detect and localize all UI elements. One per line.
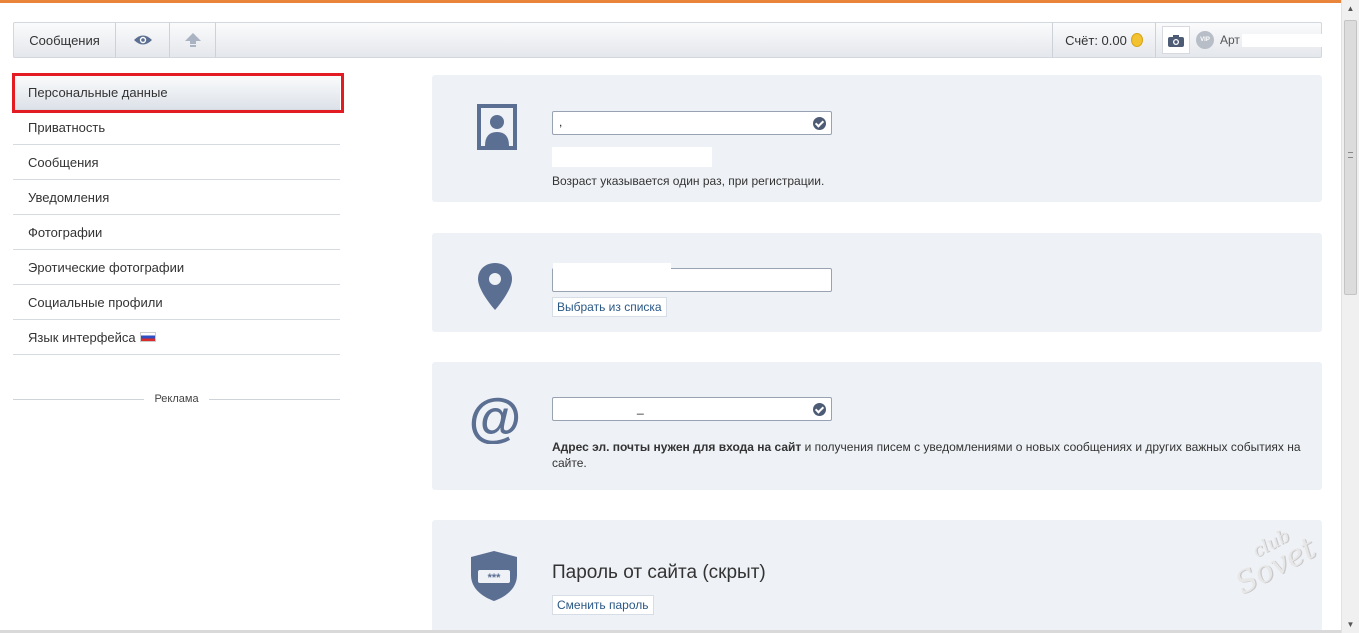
active-item-highlight bbox=[12, 73, 344, 113]
email-hint-bold: Адрес эл. почты нужен для входа на сайт bbox=[552, 440, 802, 454]
scroll-up-arrow-icon[interactable]: ▲ bbox=[1342, 0, 1359, 17]
user-menu[interactable]: VIP Арт bbox=[1196, 23, 1328, 57]
sidebar-item-photos[interactable]: Фотографии bbox=[13, 215, 340, 250]
ads-label: Реклама bbox=[154, 393, 199, 405]
email-hint: Адрес эл. почты нужен для входа на сайт … bbox=[552, 439, 1312, 471]
redacted-area bbox=[1241, 33, 1328, 47]
age-hint: Возраст указывается один раз, при регист… bbox=[552, 174, 825, 188]
location-pin-icon bbox=[478, 263, 512, 310]
coin-icon bbox=[1130, 33, 1143, 47]
vip-badge-icon: VIP bbox=[1196, 31, 1214, 49]
divider-line bbox=[13, 398, 145, 400]
redacted-area bbox=[552, 147, 712, 167]
scroll-grip-icon bbox=[1348, 152, 1353, 158]
eye-icon bbox=[133, 35, 152, 45]
choose-from-list-label: Выбрать из списка bbox=[557, 300, 662, 314]
shield-text: *** bbox=[488, 572, 502, 584]
svg-text:@: @ bbox=[469, 392, 521, 444]
messages-button-label: Сообщения bbox=[29, 32, 100, 48]
name-field-value: , bbox=[559, 115, 563, 129]
shield-password-icon: *** bbox=[471, 551, 517, 601]
sidebar-item-label: Язык интерфейса bbox=[28, 329, 136, 345]
sidebar-item-messages[interactable]: Сообщения bbox=[13, 145, 340, 180]
location-card: Выбрать из списка bbox=[432, 233, 1322, 332]
person-photo-icon bbox=[477, 104, 517, 150]
scroll-thumb[interactable] bbox=[1344, 20, 1357, 295]
camera-icon bbox=[1168, 34, 1184, 47]
name-field[interactable]: , bbox=[552, 111, 832, 135]
change-password-button[interactable]: Сменить пароль bbox=[552, 595, 654, 615]
vertical-scrollbar[interactable]: ▲ ▼ bbox=[1341, 0, 1359, 633]
email-card: @ _ Адрес эл. почты нужен для входа на с… bbox=[432, 362, 1322, 490]
sidebar-item-erotic-photos[interactable]: Эротические фотографии bbox=[13, 250, 340, 285]
sidebar-item-privacy[interactable]: Приватность bbox=[13, 110, 340, 145]
user-name: Арт bbox=[1220, 33, 1240, 47]
scroll-down-arrow-icon[interactable]: ▼ bbox=[1342, 616, 1359, 633]
password-card: *** Пароль от сайта (скрыт) Сменить паро… bbox=[432, 520, 1322, 633]
redacted-area bbox=[553, 263, 671, 271]
russian-flag-icon bbox=[139, 332, 156, 342]
ads-divider: Реклама bbox=[13, 393, 340, 405]
visitors-button[interactable] bbox=[116, 23, 170, 57]
sidebar-item-label: Уведомления bbox=[28, 189, 110, 205]
location-field[interactable] bbox=[552, 268, 832, 292]
password-title: Пароль от сайта (скрыт) bbox=[552, 562, 766, 583]
messages-button[interactable]: Сообщения bbox=[14, 23, 116, 57]
sidebar-item-label: Эротические фотографии bbox=[28, 259, 185, 275]
sidebar-item-social-profiles[interactable]: Социальные профили bbox=[13, 285, 340, 320]
sidebar-item-notifications[interactable]: Уведомления bbox=[13, 180, 340, 215]
top-toolbar: Сообщения Счёт: 0.00 VIP Арт bbox=[13, 22, 1328, 58]
sidebar-item-label: Социальные профили bbox=[28, 294, 163, 310]
change-password-label: Сменить пароль bbox=[557, 598, 649, 612]
email-field-value: _ bbox=[637, 401, 644, 415]
sidebar-item-interface-language[interactable]: Язык интерфейса bbox=[13, 320, 340, 355]
profile-card: , Возраст указывается один раз, при реги… bbox=[432, 75, 1322, 202]
verified-check-icon bbox=[813, 403, 826, 416]
top-accent-stripe bbox=[0, 0, 1341, 3]
balance-label: Счёт: 0.00 bbox=[1065, 32, 1127, 48]
sidebar-item-label: Приватность bbox=[28, 119, 106, 135]
sidebar-item-label: Фотографии bbox=[28, 224, 103, 240]
lift-up-button[interactable] bbox=[170, 23, 216, 57]
account-balance[interactable]: Счёт: 0.00 bbox=[1052, 23, 1156, 57]
sidebar-item-label: Сообщения bbox=[28, 154, 99, 170]
settings-sidebar: Персональные данные Приватность Сообщени… bbox=[13, 75, 340, 355]
verified-check-icon bbox=[813, 117, 826, 130]
divider-line bbox=[208, 398, 340, 400]
at-sign-icon: @ bbox=[469, 392, 521, 444]
arrow-up-icon bbox=[184, 33, 201, 47]
camera-button[interactable] bbox=[1162, 26, 1190, 54]
choose-from-list-button[interactable]: Выбрать из списка bbox=[552, 297, 667, 317]
email-field[interactable]: _ bbox=[552, 397, 832, 421]
